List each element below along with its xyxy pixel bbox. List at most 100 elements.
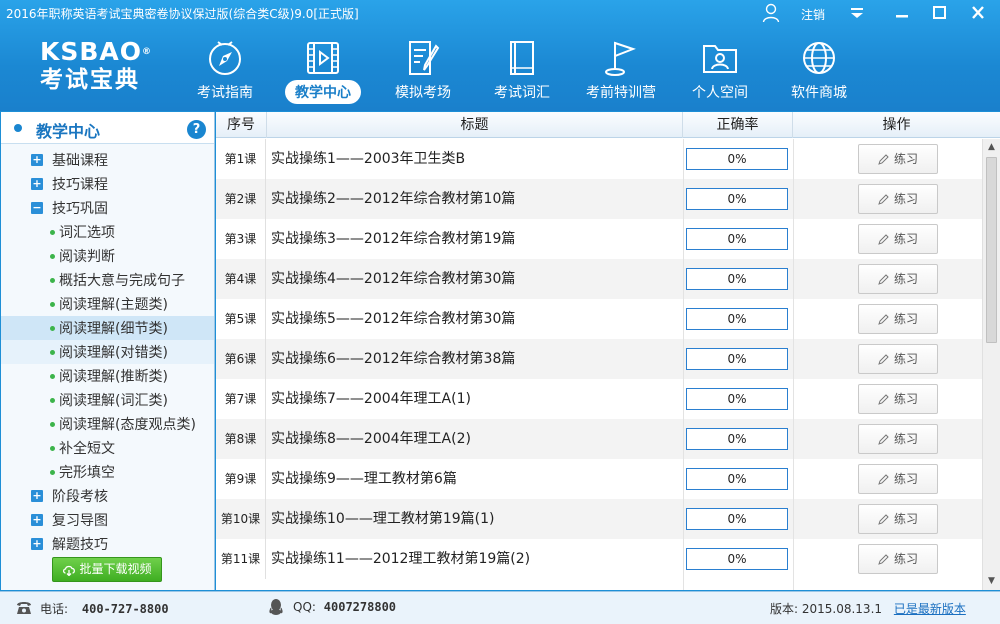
col-header-rate: 正确率 [683,112,793,138]
sidebar-subitem-label: 词汇选项 [59,225,115,241]
accuracy-rate: 0% [686,148,788,170]
bullet-icon [50,422,55,427]
sidebar-category-label: 复习导图 [52,513,108,529]
sidebar-category[interactable]: − 技巧巩固 [1,196,214,220]
table-row[interactable]: 第8课 实战操练8——2004年理工A(2) 0% 练习 [216,419,982,459]
sidebar-subitem-label: 阅读理解(词汇类) [59,393,168,409]
sidebar-subitem-label: 阅读理解(对错类) [59,345,168,361]
practice-button[interactable]: 练习 [858,304,938,334]
window-title: 2016年职称英语考试宝典密卷协议保过版(综合类C级)9.0[正式版] [6,7,359,21]
pencil-icon [878,234,889,245]
lesson-title: 实战操练7——2004年理工A(1) [271,391,471,407]
sidebar-subitem[interactable]: 阅读理解(态度观点类) [1,412,214,436]
sidebar-subitem[interactable]: 阅读理解(词汇类) [1,388,214,412]
practice-button[interactable]: 练习 [858,184,938,214]
nav-teaching-center[interactable]: 教学中心 [278,38,368,106]
practice-button[interactable]: 练习 [858,264,938,294]
expand-icon[interactable]: + [31,178,43,190]
practice-button[interactable]: 练习 [858,344,938,374]
table-row[interactable]: 第1课 实战操练1——2003年卫生类B 0% 练习 [216,139,982,179]
accuracy-rate: 0% [686,308,788,330]
app-header: 2016年职称英语考试宝典密卷协议保过版(综合类C级)9.0[正式版] 注销 K… [0,0,1000,111]
sidebar-subitem-label: 补全短文 [59,441,115,457]
sidebar-category[interactable]: + 阶段考核 [1,484,214,508]
practice-button[interactable]: 练习 [858,424,938,454]
table-body: 第11课 实战操练11——2012理工教材第19篇(2) 0% 练习 第10课 实战操练1… [216,139,982,590]
accuracy-rate: 0% [686,268,788,290]
practice-label: 练习 [893,232,918,246]
practice-label: 练习 [893,552,918,566]
practice-button[interactable]: 练习 [858,464,938,494]
help-icon[interactable]: ? [187,120,206,139]
sidebar: 教学中心 ? + 基础课程 + 技巧课程 − 技巧巩固 词汇选项 阅读判断 概括大意与完成句子阅… [1,112,215,590]
sidebar-subitem-label: 完形填空 [59,465,115,481]
sidebar-category[interactable]: + 解题技巧 [1,532,214,556]
practice-button[interactable]: 练习 [858,504,938,534]
user-icon[interactable] [762,3,780,23]
sidebar-subitem[interactable]: 阅读理解(细节类) [1,316,214,340]
maximize-icon[interactable] [927,3,951,23]
practice-button[interactable]: 练习 [858,144,938,174]
nav-personal-space[interactable]: 个人空间 [675,38,765,106]
sidebar-subitem-label: 阅读理解(细节类) [59,321,168,337]
sidebar-subitem[interactable]: 阅读理解(主题类) [1,292,214,316]
table-row[interactable]: 第5课 实战操练5——2012年综合教材第30篇 0% 练习 [216,299,982,339]
pencil-icon [878,514,889,525]
sidebar-subitem[interactable]: 词汇选项 [1,220,214,244]
sidebar-subitem[interactable]: 阅读理解(推断类) [1,364,214,388]
nav-exam-guide[interactable]: 考试指南 [180,38,270,106]
practice-button[interactable]: 练习 [858,384,938,414]
sidebar-category[interactable]: + 基础课程 [1,148,214,172]
sidebar-subitem[interactable]: 完形填空 [1,460,214,484]
expand-icon[interactable]: + [31,538,43,550]
sidebar-subitem[interactable]: 阅读理解(对错类) [1,340,214,364]
practice-button[interactable]: 练习 [858,224,938,254]
nav-training-camp[interactable]: 考前特训营 [576,38,666,106]
accuracy-rate: 0% [686,348,788,370]
nav-software-store[interactable]: 软件商城 [774,38,864,106]
lesson-title: 实战操练6——2012年综合教材第38篇 [271,351,516,367]
bullet-icon [50,398,55,403]
sidebar-subitem[interactable]: 补全短文 [1,436,214,460]
table-row[interactable]: 第11课 实战操练11——2012理工教材第19篇(2) 0% 练习 [216,539,982,579]
nav-vocabulary[interactable]: 考试词汇 [477,38,567,106]
lesson-title: 实战操练8——2004年理工A(2) [271,431,471,447]
lesson-title: 实战操练11——2012理工教材第19篇(2) [271,551,531,567]
table-row[interactable]: 第10课 实战操练10——理工教材第19篇(1) 0% 练习 [216,499,982,539]
col-header-action: 操作 [882,117,911,133]
lesson-number: 第4课 [216,259,266,299]
table-row[interactable]: 第7课 实战操练7——2004年理工A(1) 0% 练习 [216,379,982,419]
table-row[interactable]: 第2课 实战操练2——2012年综合教材第10篇 0% 练习 [216,179,982,219]
table-row[interactable]: 第9课 实战操练9——理工教材第6篇 0% 练习 [216,459,982,499]
sidebar-category[interactable]: + 技巧课程 [1,172,214,196]
sidebar-subitem-label: 概括大意与完成句子 [59,273,185,289]
update-status-link[interactable]: 已是最新版本 [894,602,966,616]
dropdown-icon[interactable] [845,3,869,23]
logout-link[interactable]: 注销 [801,6,825,23]
col-header-index: 序号 [216,112,267,138]
sidebar-category[interactable]: + 复习导图 [1,508,214,532]
close-icon[interactable] [966,3,990,23]
compass-icon [209,41,241,75]
table-row[interactable]: 第4课 实战操练4——2012年综合教材第30篇 0% 练习 [216,259,982,299]
bullet-icon [50,326,55,331]
practice-button[interactable]: 练习 [858,544,938,574]
nav-mock-exam[interactable]: 模拟考场 [378,38,468,106]
practice-label: 练习 [893,512,918,526]
sidebar-subitem[interactable]: 阅读判断 [1,244,214,268]
batch-download-button[interactable]: 批量下载视频 [52,557,162,582]
lesson-number: 第11课 [216,539,266,579]
scroll-down-icon[interactable]: ▼ [983,573,1000,590]
expand-icon[interactable]: + [31,490,43,502]
collapse-icon[interactable]: − [31,202,43,214]
table-row[interactable]: 第6课 实战操练6——2012年综合教材第38篇 0% 练习 [216,339,982,379]
sidebar-subitem[interactable]: 概括大意与完成句子 [1,268,214,292]
pencil-icon [878,394,889,405]
expand-icon[interactable]: + [31,514,43,526]
expand-icon[interactable]: + [31,154,43,166]
vertical-scrollbar[interactable]: ▲ ▼ [982,139,1000,590]
scroll-thumb[interactable] [986,157,997,343]
minimize-icon[interactable] [890,3,914,23]
table-row[interactable]: 第3课 实战操练3——2012年综合教材第19篇 0% 练习 [216,219,982,259]
scroll-up-icon[interactable]: ▲ [983,139,1000,156]
